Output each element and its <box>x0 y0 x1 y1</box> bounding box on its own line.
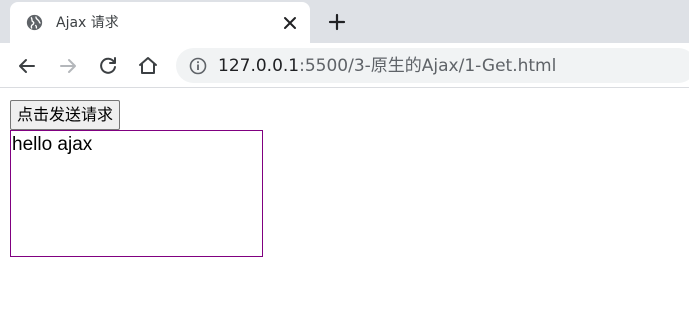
info-icon[interactable] <box>189 57 207 75</box>
browser-toolbar: 127.0.0.1:5500/3-原生的Ajax/1-Get.html <box>0 43 689 88</box>
tab-title: Ajax 请求 <box>56 15 119 31</box>
close-icon[interactable] <box>279 12 301 34</box>
home-icon[interactable] <box>135 53 161 79</box>
globe-icon <box>26 14 43 31</box>
tab-strip: Ajax 请求 <box>0 0 689 43</box>
address-bar[interactable]: 127.0.0.1:5500/3-原生的Ajax/1-Get.html <box>176 48 689 83</box>
plus-icon[interactable] <box>326 11 348 33</box>
arrow-left-icon[interactable] <box>14 53 40 79</box>
url-host: 127.0.0.1 <box>218 56 300 76</box>
result-text: hello ajax <box>12 134 93 155</box>
send-request-button[interactable]: 点击发送请求 <box>10 100 121 130</box>
reload-icon[interactable] <box>95 53 121 79</box>
url-text: 127.0.0.1:5500/3-原生的Ajax/1-Get.html <box>218 56 556 76</box>
tab-active[interactable]: Ajax 请求 <box>10 2 310 43</box>
url-path: :5500/3-原生的Ajax/1-Get.html <box>299 56 557 76</box>
arrow-right-icon[interactable] <box>55 53 81 79</box>
result-box: hello ajax <box>10 130 263 257</box>
